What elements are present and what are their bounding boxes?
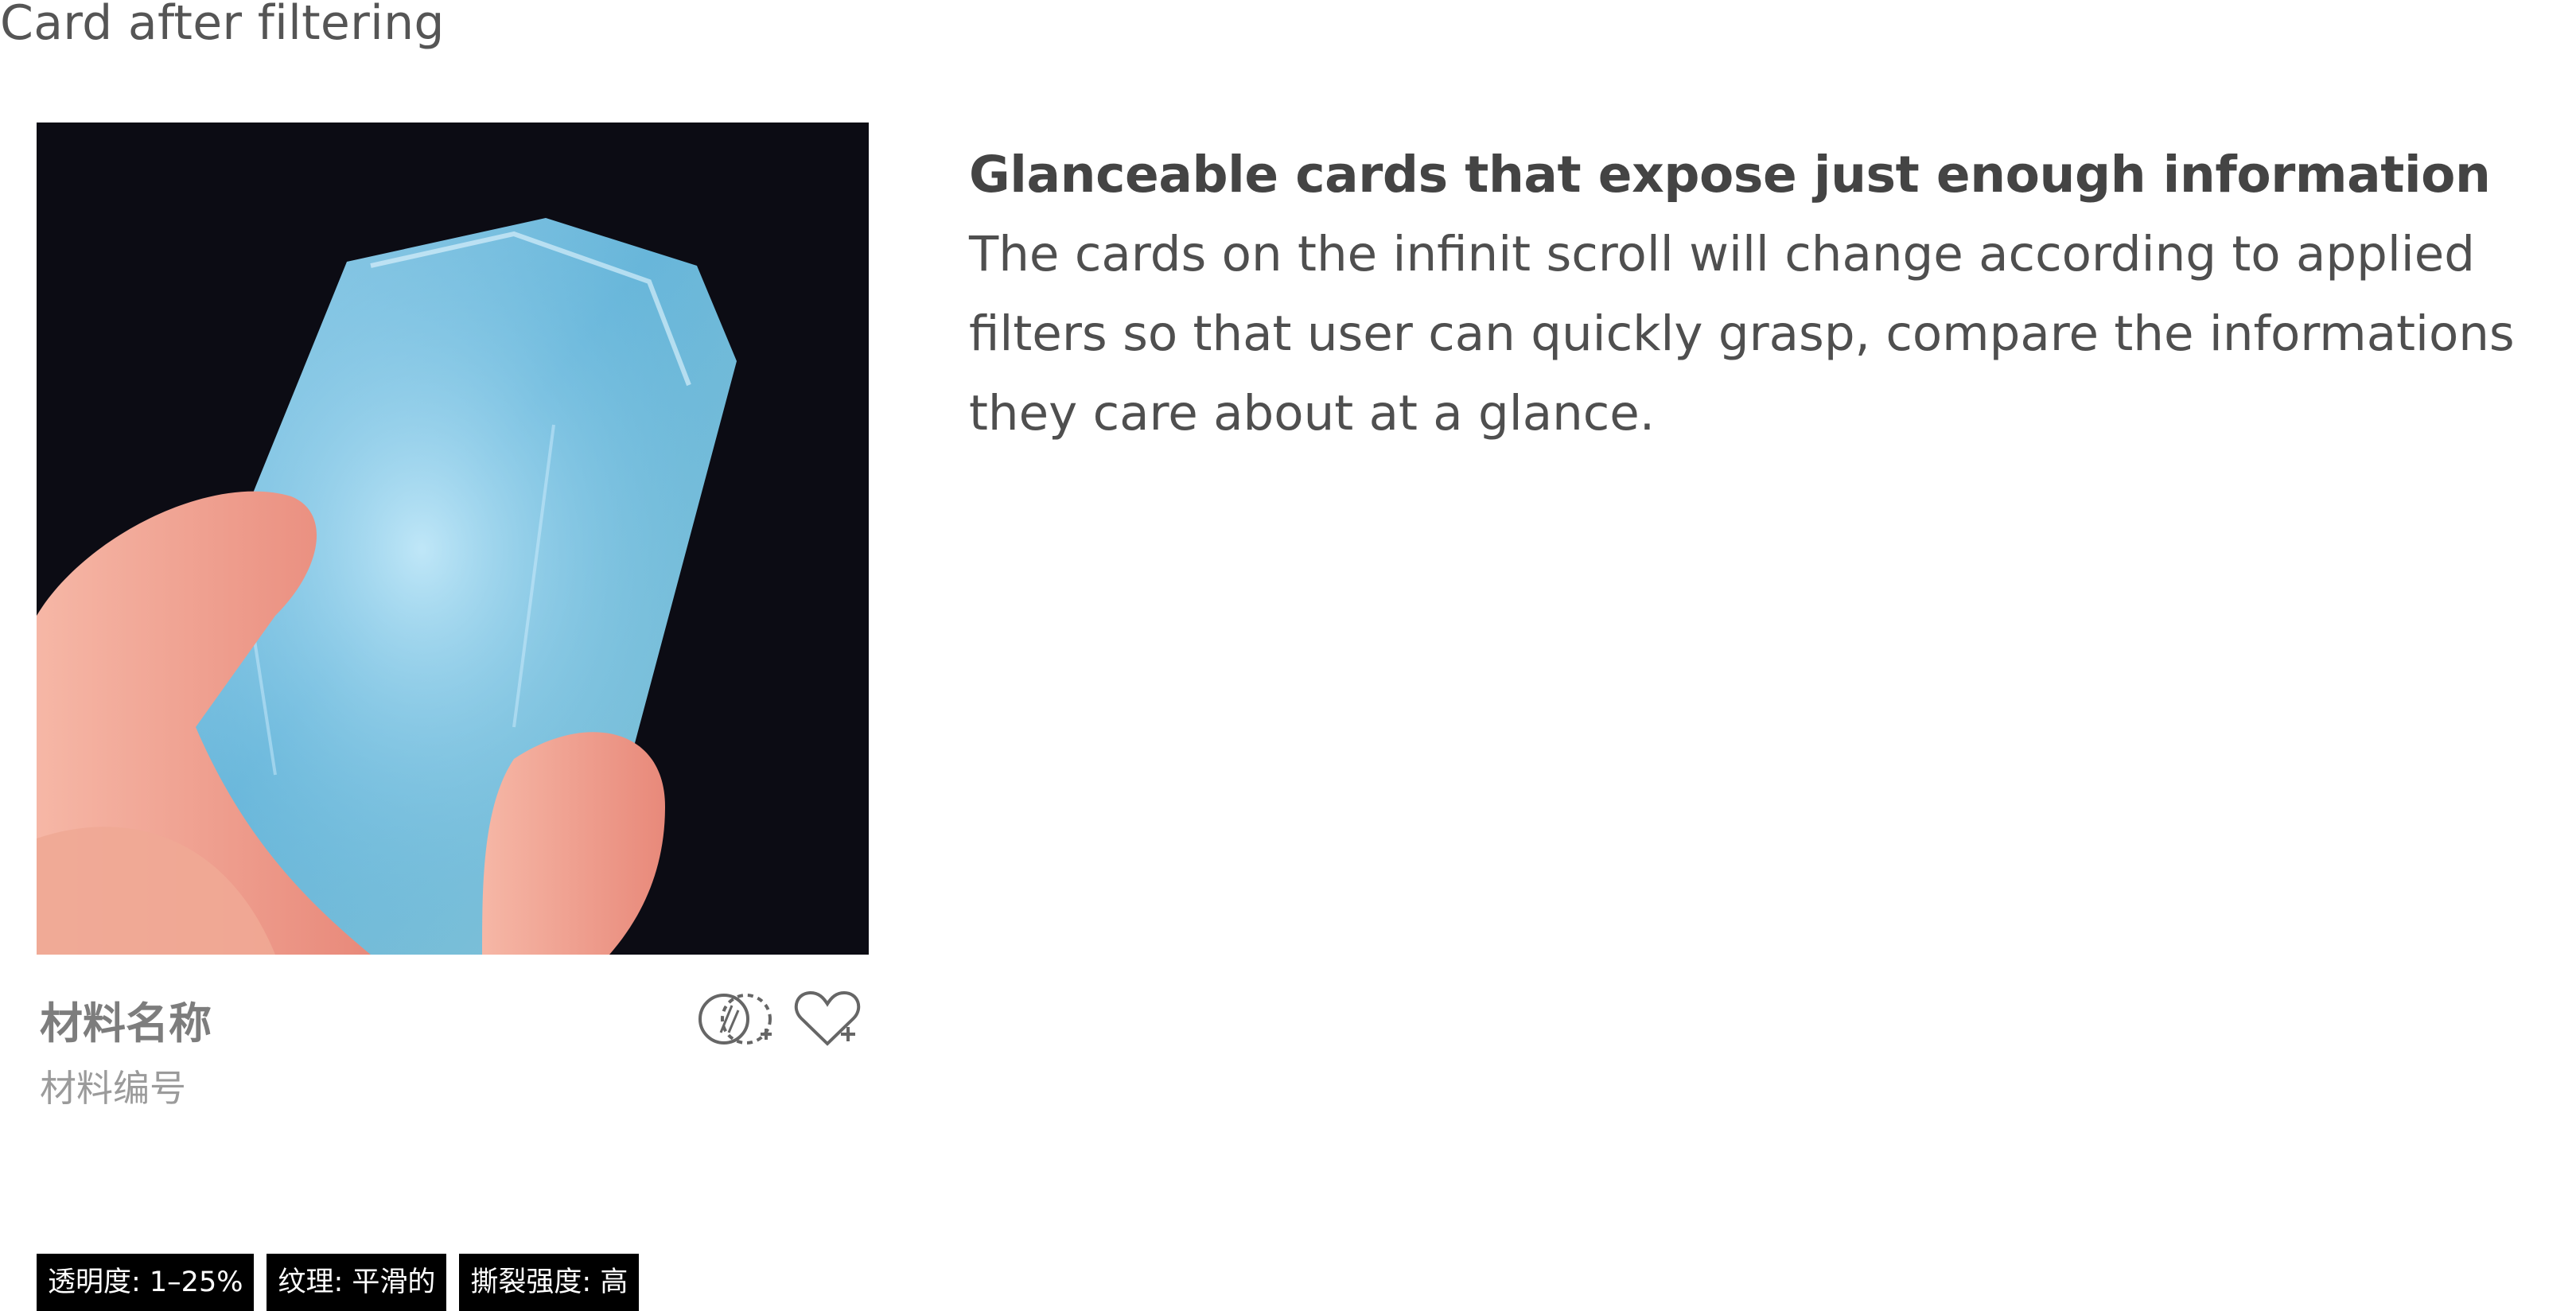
tag-tear-strength: 撕裂强度: 高 — [459, 1254, 640, 1311]
compare-add-icon[interactable] — [697, 985, 776, 1053]
description-body: The cards on the infinit scroll will cha… — [969, 226, 2515, 442]
description-title: Glanceable cards that expose just enough… — [969, 146, 2491, 204]
material-code: 材料编号 — [40, 1067, 186, 1110]
tag-transparency: 透明度: 1–25% — [37, 1254, 255, 1311]
filter-tags: 透明度: 1–25% 纹理: 平滑的 撕裂强度: 高 — [37, 1254, 640, 1311]
material-card[interactable]: 材料名称 材料编号 透明度: 1–25% 纹理: 平滑的 撕裂强度: 高 — [37, 123, 869, 1311]
material-image[interactable] — [37, 123, 869, 955]
material-name: 材料名称 — [40, 998, 212, 1048]
section-title: Card after filtering — [0, 0, 445, 51]
material-photo — [37, 123, 869, 955]
description-block: Glanceable cards that expose just enough… — [969, 135, 2568, 453]
heart-add-icon[interactable] — [788, 985, 867, 1053]
card-actions — [697, 985, 867, 1053]
tag-texture: 纹理: 平滑的 — [267, 1254, 447, 1311]
